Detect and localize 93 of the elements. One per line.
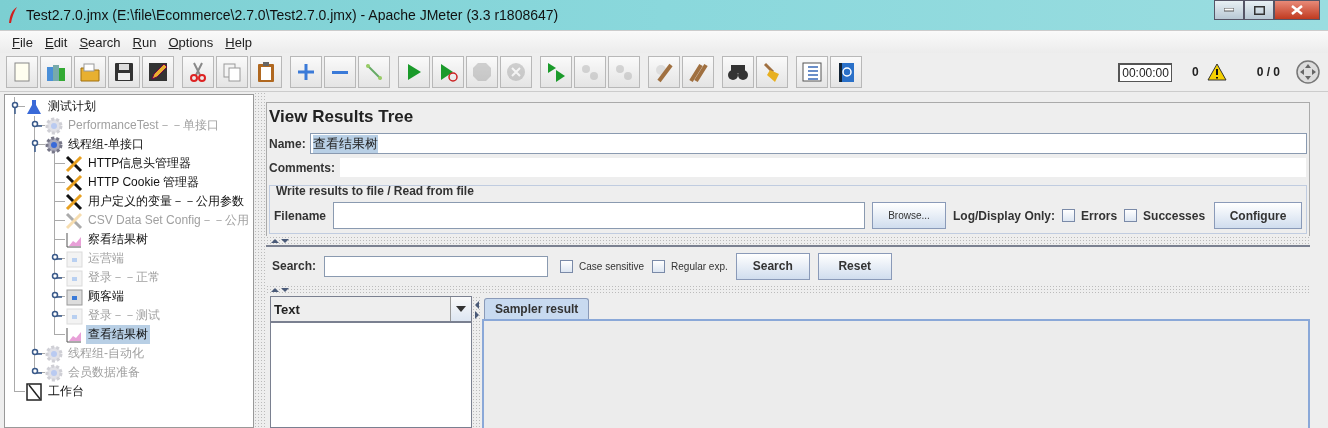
tools-icon: [65, 173, 83, 192]
list-icon: [801, 61, 823, 83]
caret-icon: [456, 306, 466, 312]
error-count: 0: [1191, 65, 1199, 79]
configure-button[interactable]: Configure: [1214, 202, 1302, 229]
window-icon: [65, 287, 83, 306]
minimize-icon: [1224, 8, 1234, 12]
thread-count: 0 / 0: [1256, 65, 1280, 79]
menu-item[interactable]: Search: [73, 34, 127, 50]
document-icon: [11, 61, 33, 83]
group-title: Write results to file / Read from file: [275, 184, 475, 198]
tree-item[interactable]: HTTP信息头管理器: [86, 154, 194, 173]
panel-title: View Results Tree: [269, 106, 415, 128]
remote-icon[interactable]: [1296, 60, 1320, 84]
toolbar-button[interactable]: [142, 56, 174, 88]
split-arrows-icon[interactable]: [270, 237, 290, 244]
window-icon: [65, 306, 83, 325]
wand-icon: [363, 61, 385, 83]
warning-icon: [1206, 63, 1227, 81]
splitter[interactable]: [472, 296, 482, 428]
tree-item[interactable]: 顾客端: [86, 287, 126, 306]
elapsed-time: 00:00:00: [1118, 62, 1172, 82]
maximize-button[interactable]: [1244, 0, 1274, 20]
chart-icon: [65, 325, 83, 344]
browse-button[interactable]: Browse...: [872, 202, 947, 229]
play-icon: [545, 61, 567, 83]
folder-icon: [79, 61, 101, 83]
toolbar-button[interactable]: [108, 56, 140, 88]
checkbox[interactable]: [652, 259, 666, 273]
stop-icon: [471, 61, 493, 83]
chart-icon: [65, 230, 83, 249]
filename-label: Filename: [274, 208, 327, 223]
tree-item[interactable]: 察看结果树: [86, 230, 150, 249]
toolbar-button[interactable]: [830, 56, 862, 88]
checkbox[interactable]: [1062, 209, 1076, 222]
feather-icon: [8, 7, 18, 23]
tools-icon: [65, 154, 83, 173]
minimize-button[interactable]: [1214, 0, 1244, 20]
notepad-icon: [25, 382, 43, 401]
gear-icon: [45, 344, 63, 363]
checkbox-label: Errors: [1081, 208, 1118, 223]
name-value: 查看结果树: [312, 134, 378, 153]
filename-field[interactable]: [333, 202, 866, 229]
close-button[interactable]: [1274, 0, 1320, 20]
tree-item[interactable]: HTTP Cookie 管理器: [86, 173, 202, 192]
checkbox[interactable]: [560, 259, 574, 273]
menu-item[interactable]: Edit: [38, 34, 74, 50]
minus-icon: [329, 70, 351, 74]
flask-icon: [25, 97, 43, 116]
x-circle-icon: [505, 61, 527, 83]
split-arrows-icon[interactable]: [474, 300, 480, 320]
search-field[interactable]: [324, 255, 549, 277]
checkbox-label: Regular exp.: [671, 260, 728, 272]
copy-icon: [221, 61, 243, 83]
menu-item[interactable]: Options: [162, 34, 220, 50]
menu-item[interactable]: Run: [126, 34, 163, 50]
broom-icon: [653, 61, 675, 83]
gear-icon: [45, 135, 63, 154]
tree-item[interactable]: 工作台: [46, 382, 86, 401]
renderer-dropdown[interactable]: Text: [271, 297, 471, 323]
tree-item[interactable]: 用户定义的变量－－公用参数: [86, 192, 246, 211]
comments-label: Comments:: [269, 160, 335, 175]
gear-icon: [45, 116, 63, 135]
maximize-icon: [1253, 5, 1265, 15]
window-icon: [65, 249, 83, 268]
window-title: Test2.7.0.jmx (E:\file\Ecommerce\2.7.0\Test2.7.0.jmx) - Apache JMeter (3.3 r1808647): [26, 7, 559, 23]
tree-item[interactable]: 测试计划: [46, 97, 98, 116]
tools-icon: [65, 192, 83, 211]
close-icon: [1291, 5, 1303, 15]
split-arrows-icon[interactable]: [270, 286, 290, 293]
menu-item[interactable]: File: [6, 34, 39, 50]
tools-icon: [65, 211, 83, 230]
window-icon: [65, 268, 83, 287]
scissors-icon: [187, 61, 209, 83]
checkbox-label: Successes: [1143, 208, 1206, 223]
search-panel-button[interactable]: Reset: [817, 252, 892, 280]
name-label: Name:: [269, 136, 306, 151]
broom-icon: [687, 61, 709, 83]
toolbar-button[interactable]: [722, 56, 754, 88]
checkbox-label: Case sensitive: [579, 260, 645, 272]
checkbox[interactable]: [1124, 209, 1138, 222]
clipboard-icon: [255, 61, 277, 83]
log-display-label: Log/Display Only:: [953, 208, 1056, 223]
tab[interactable]: Sampler result: [484, 298, 590, 319]
search-panel-button[interactable]: Search: [735, 252, 810, 280]
name-field[interactable]: 查看结果树: [309, 133, 1307, 154]
pencil-icon: [147, 61, 169, 83]
gear-icon: [45, 363, 63, 382]
plus-icon: [295, 61, 317, 83]
tree-item[interactable]: 线程组-单接口: [66, 135, 146, 154]
menu-item[interactable]: Help: [219, 34, 258, 50]
search-label: Search:: [272, 259, 317, 273]
tree-item[interactable]: 查看结果树: [86, 325, 150, 344]
